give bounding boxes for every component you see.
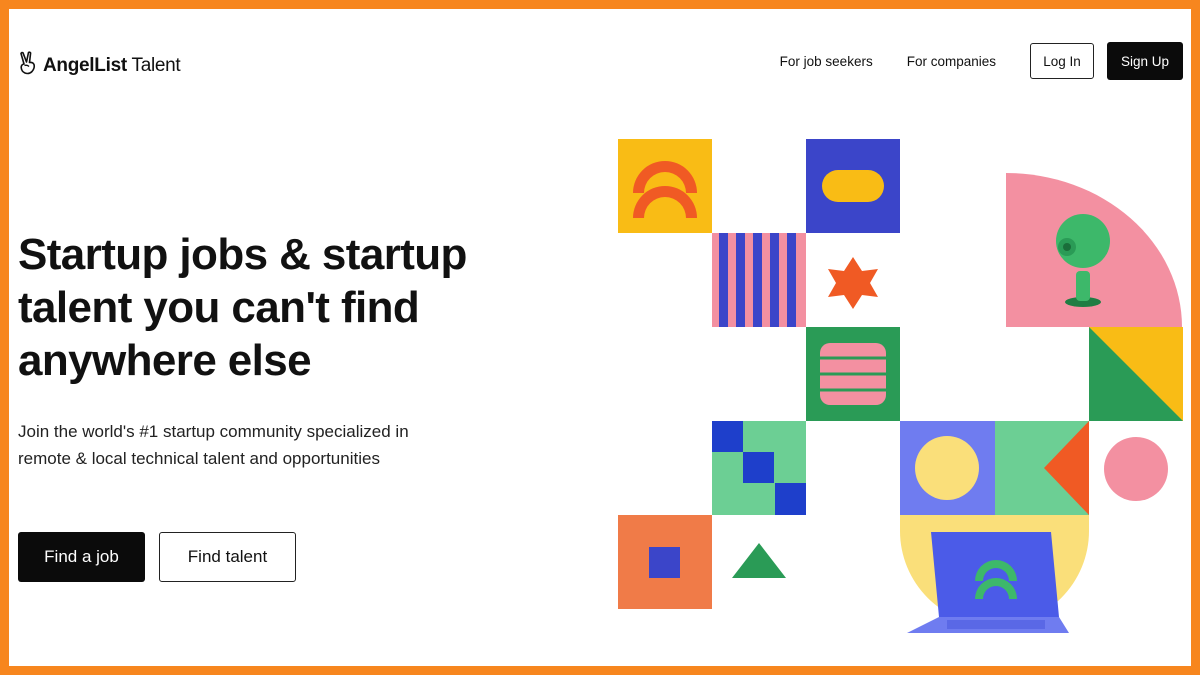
logo-suffix: Talent <box>131 54 181 76</box>
hero-headline: Startup jobs & startup talent you can't … <box>18 230 467 385</box>
arrow-tile <box>995 421 1089 515</box>
page-frame: AngelList Talent For job seekers For com… <box>9 9 1191 666</box>
square-tile <box>618 515 712 609</box>
hero-subtext: Join the world's #1 startup community sp… <box>18 422 409 468</box>
laptop-tile <box>899 515 1089 633</box>
signup-button[interactable]: Sign Up <box>1107 42 1183 80</box>
hero-illustration <box>618 139 1183 633</box>
logo-brand: AngelList <box>43 54 127 76</box>
stripes-tile <box>712 233 806 327</box>
nav-companies-link[interactable]: For companies <box>907 54 996 69</box>
arch-tile <box>618 139 712 233</box>
pink-circle <box>1104 437 1168 501</box>
login-button[interactable]: Log In <box>1030 43 1094 79</box>
find-talent-button[interactable]: Find talent <box>159 532 296 582</box>
circle-tile <box>900 421 995 515</box>
green-triangle <box>732 543 786 578</box>
find-job-button[interactable]: Find a job <box>18 532 145 582</box>
victory-hand-icon <box>18 51 38 80</box>
stack-tile <box>806 327 900 421</box>
pill-tile <box>806 139 900 233</box>
logo[interactable]: AngelList Talent <box>18 51 181 80</box>
nav-job-seekers-link[interactable]: For job seekers <box>780 54 873 69</box>
triangle-tile <box>1089 327 1183 421</box>
top-nav: For job seekers For companies Log In Sig… <box>780 42 1183 80</box>
webcam-tile <box>1006 173 1182 327</box>
checker-tile <box>712 421 806 515</box>
star-tile <box>806 233 900 327</box>
